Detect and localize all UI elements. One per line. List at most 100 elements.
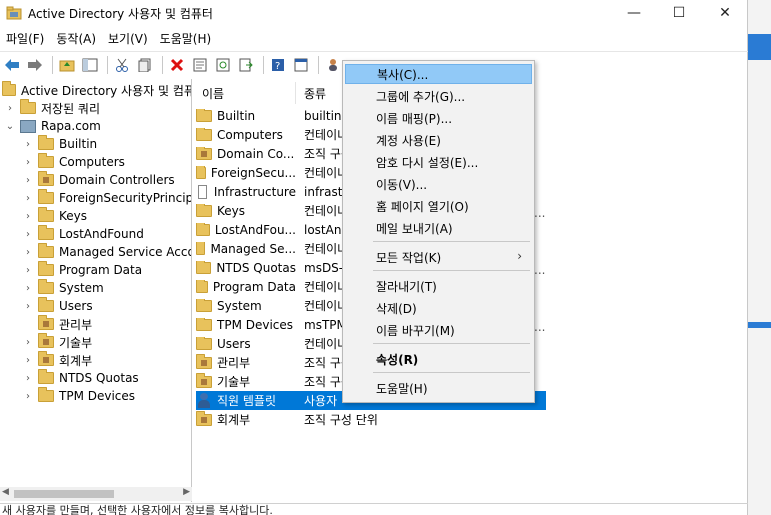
folder-icon bbox=[38, 243, 54, 258]
new-user-icon[interactable] bbox=[323, 55, 343, 75]
menu-separator bbox=[373, 372, 530, 373]
folder-icon bbox=[20, 99, 36, 114]
tree-item-tpm-devices[interactable]: › TPM Devices bbox=[22, 387, 135, 405]
properties-icon[interactable] bbox=[190, 55, 210, 75]
expand-arrow-icon[interactable]: › bbox=[22, 157, 34, 168]
menu-item-enable-account[interactable]: 계정 사용(E) bbox=[345, 130, 532, 150]
column-header-name[interactable]: 이름 bbox=[196, 82, 296, 104]
tree-item-saved-queries[interactable]: › 저장된 쿼리 bbox=[4, 99, 100, 117]
list-item[interactable]: 회계부 조직 구성 단위 bbox=[196, 410, 546, 429]
menu-item-open-home-page[interactable]: 홈 페이지 열기(O) bbox=[345, 196, 532, 216]
tree-item-system[interactable]: › System bbox=[22, 279, 104, 297]
copy-icon[interactable] bbox=[135, 55, 155, 75]
menu-item-cut[interactable]: 잘라내기(T) bbox=[345, 276, 532, 296]
ou-icon bbox=[38, 315, 54, 330]
tree-root[interactable]: Active Directory 사용자 및 컴퓨터 bbox=[2, 81, 191, 99]
close-button[interactable]: ✕ bbox=[702, 0, 748, 26]
expand-arrow-icon[interactable]: › bbox=[22, 355, 34, 366]
expand-arrow-icon[interactable]: › bbox=[22, 337, 34, 348]
tree-item-keys[interactable]: › Keys bbox=[22, 207, 87, 225]
ou-icon bbox=[38, 171, 54, 186]
folder-icon bbox=[196, 241, 206, 255]
tree-item-managed-service-accounts[interactable]: ›Managed Service Accounts bbox=[22, 243, 191, 261]
folder-icon bbox=[38, 135, 54, 150]
folder-icon bbox=[38, 153, 54, 168]
expand-arrow-icon[interactable]: › bbox=[22, 139, 34, 150]
menu-item-reset-password[interactable]: 암호 다시 설정(E)... bbox=[345, 152, 532, 172]
expand-arrow-icon[interactable]: › bbox=[22, 373, 34, 384]
menu-item-move[interactable]: 이동(V)... bbox=[345, 174, 532, 194]
refresh-icon[interactable] bbox=[213, 55, 233, 75]
menu-item-properties[interactable]: 속성(R) bbox=[345, 349, 532, 369]
console-icon[interactable] bbox=[291, 55, 311, 75]
tree-item-domain-controllers[interactable]: › Domain Controllers bbox=[22, 171, 175, 189]
window-title: Active Directory 사용자 및 컴퓨터 bbox=[28, 6, 213, 21]
tree-item-lost-and-found[interactable]: › LostAndFound bbox=[22, 225, 144, 243]
ou-icon bbox=[38, 351, 54, 366]
menu-item-all-tasks[interactable]: 모든 작업(K) › bbox=[345, 247, 532, 267]
maximize-button[interactable]: ☐ bbox=[656, 0, 702, 26]
minimize-button[interactable]: — bbox=[611, 0, 657, 26]
expand-arrow-icon[interactable]: › bbox=[22, 229, 34, 240]
menu-separator bbox=[373, 343, 530, 344]
expand-arrow-icon[interactable]: › bbox=[4, 103, 16, 114]
menu-item-delete[interactable]: 삭제(D) bbox=[345, 298, 532, 318]
folder-icon bbox=[38, 387, 54, 402]
tree-item-domain[interactable]: ⌄ Rapa.com bbox=[4, 117, 101, 135]
tree-item-ntds-quotas[interactable]: › NTDS Quotas bbox=[22, 369, 139, 387]
folder-icon bbox=[196, 317, 212, 331]
cut-icon[interactable] bbox=[112, 55, 132, 75]
menu-bar: 파일(F) 동작(A) 보기(V) 도움말(H) bbox=[0, 28, 217, 48]
tree-item-computers[interactable]: › Computers bbox=[22, 153, 125, 171]
expand-arrow-icon[interactable]: › bbox=[22, 283, 34, 294]
show-tree-icon[interactable] bbox=[80, 55, 100, 75]
tree-item-builtin[interactable]: › Builtin bbox=[22, 135, 97, 153]
menu-help[interactable]: 도움말(H) bbox=[154, 28, 218, 48]
menu-item-name-mappings[interactable]: 이름 매핑(P)... bbox=[345, 108, 532, 128]
menu-item-rename[interactable]: 이름 바꾸기(M) bbox=[345, 320, 532, 340]
forward-icon[interactable] bbox=[25, 55, 45, 75]
tree-item-program-data[interactable]: › Program Data bbox=[22, 261, 142, 279]
tree-item-users[interactable]: › Users bbox=[22, 297, 93, 315]
menu-action[interactable]: 동작(A) bbox=[50, 28, 102, 48]
menu-file[interactable]: 파일(F) bbox=[0, 28, 50, 48]
back-icon[interactable] bbox=[2, 55, 22, 75]
folder-icon bbox=[38, 225, 54, 240]
folder-icon bbox=[38, 207, 54, 222]
delete-icon[interactable] bbox=[167, 55, 187, 75]
folder-icon bbox=[196, 203, 212, 217]
collapse-arrow-icon[interactable]: ⌄ bbox=[4, 121, 16, 132]
context-menu: 복사(C)... 그룹에 추가(G)... 이름 매핑(P)... 계정 사용(… bbox=[342, 60, 535, 403]
expand-arrow-icon[interactable]: › bbox=[22, 301, 34, 312]
tree-item-ou-accounting[interactable]: › 회계부 bbox=[22, 351, 92, 369]
tree-item-foreign-security-principals[interactable]: ›ForeignSecurityPrincipals bbox=[22, 189, 191, 207]
menu-item-send-mail[interactable]: 메일 보내기(A) bbox=[345, 218, 532, 238]
help-icon[interactable]: ? bbox=[268, 55, 288, 75]
menu-separator bbox=[373, 270, 530, 271]
folder-icon bbox=[196, 279, 208, 293]
expand-arrow-icon[interactable]: › bbox=[22, 211, 34, 222]
scrollbar-thumb[interactable] bbox=[14, 490, 114, 498]
expand-arrow-icon[interactable]: › bbox=[22, 247, 34, 258]
scroll-right-icon[interactable]: ▶ bbox=[183, 487, 190, 497]
tree-item-ou-management[interactable]: 관리부 bbox=[38, 315, 92, 333]
console-folder-icon bbox=[2, 81, 16, 96]
truncation-dots: ... bbox=[534, 206, 546, 220]
folder-icon bbox=[196, 165, 206, 179]
expand-arrow-icon[interactable]: › bbox=[22, 391, 34, 402]
folder-icon bbox=[38, 189, 54, 204]
scroll-left-icon[interactable]: ◀ bbox=[2, 487, 9, 497]
menu-item-add-to-group[interactable]: 그룹에 추가(G)... bbox=[345, 86, 532, 106]
ou-icon bbox=[196, 354, 212, 369]
document-icon bbox=[198, 184, 207, 199]
export-icon[interactable] bbox=[236, 55, 256, 75]
menu-item-help[interactable]: 도움말(H) bbox=[345, 378, 532, 398]
expand-arrow-icon[interactable]: › bbox=[22, 175, 34, 186]
menu-view[interactable]: 보기(V) bbox=[102, 28, 154, 48]
tree-horizontal-scrollbar[interactable]: ◀ ▶ bbox=[0, 487, 192, 501]
menu-item-copy[interactable]: 복사(C)... bbox=[345, 64, 532, 84]
expand-arrow-icon[interactable]: › bbox=[22, 193, 34, 204]
tree-item-ou-tech[interactable]: › 기술부 bbox=[22, 333, 92, 351]
expand-arrow-icon[interactable]: › bbox=[22, 265, 34, 276]
up-folder-icon[interactable] bbox=[57, 55, 77, 75]
